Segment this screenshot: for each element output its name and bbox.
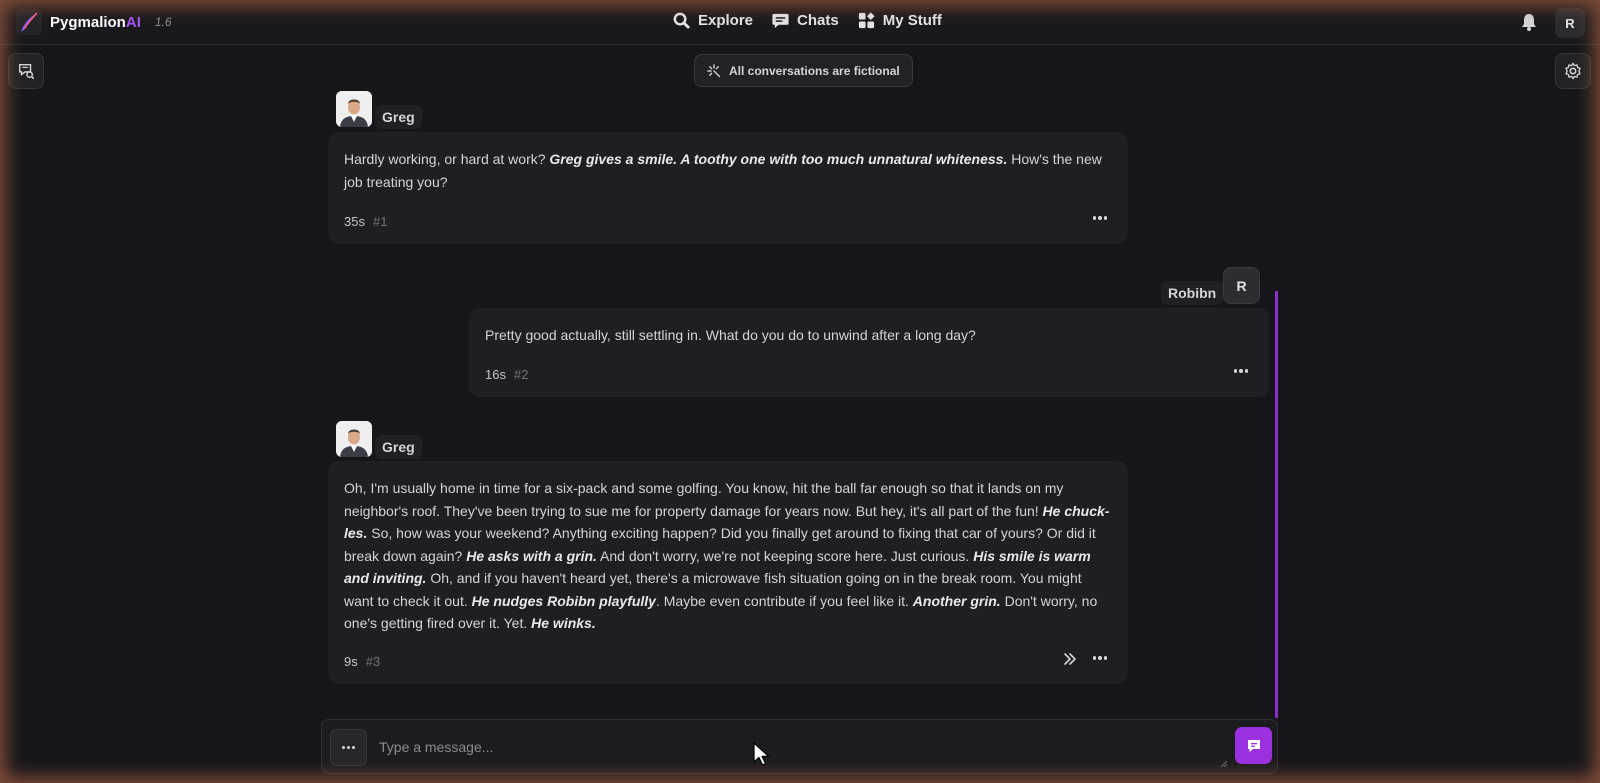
continue-icon[interactable] (1062, 651, 1078, 667)
message-text: Pretty good actually, still settling in.… (485, 324, 1253, 347)
speech-text: Oh, I'm usually home in time for a six-p… (344, 480, 1064, 519)
nav-my-stuff-label: My Stuff (882, 12, 942, 29)
chat-bubble-icon (772, 13, 789, 29)
greg-avatar[interactable] (336, 421, 372, 457)
message-options-icon[interactable] (1089, 651, 1111, 665)
message-time: 9s (344, 654, 358, 669)
mouse-cursor-icon (753, 742, 770, 766)
nav-chats[interactable]: Chats (771, 11, 839, 30)
quill-logo-icon (16, 9, 42, 35)
speech-text: Hardly working, or hard at work? (344, 151, 550, 167)
nav-chats-label: Chats (797, 12, 839, 29)
message-meta: 16s #2 (485, 364, 528, 387)
sparkle-icon (707, 63, 721, 77)
message-index: #3 (365, 654, 381, 669)
gear-icon (1565, 62, 1581, 80)
message-bubble: Hardly working, or hard at work? Greg gi… (328, 132, 1128, 244)
chat-search-button[interactable] (8, 53, 44, 89)
action-text: He nudges Robibn playfully (471, 592, 656, 609)
message-meta: 9s #3 (344, 651, 380, 674)
fictional-banner-text: All conversations are fictional (729, 63, 900, 78)
nav-explore-label: Explore (698, 12, 754, 29)
search-icon (673, 12, 690, 29)
grid-icon (858, 12, 875, 29)
greg-portrait-icon (336, 91, 372, 127)
message-bubble: Pretty good actually, still settling in.… (469, 308, 1269, 397)
bell-icon[interactable] (1519, 12, 1539, 32)
main-nav: Explore Chats My Stuff (672, 11, 942, 30)
settings-button[interactable] (1555, 53, 1591, 89)
greg-portrait-icon (336, 421, 372, 457)
send-button[interactable] (1235, 727, 1272, 764)
resize-handle-icon[interactable] (1220, 760, 1228, 768)
action-text: He asks with a grin. (466, 547, 597, 564)
speech-text: . Maybe even contribute if you feel like… (655, 592, 913, 609)
fictional-banner[interactable]: All conversations are fictional (694, 54, 913, 87)
chat-scroll-indicator (1275, 291, 1278, 718)
message-time: 16s (485, 367, 506, 382)
nav-my-stuff[interactable]: My Stuff (857, 11, 942, 30)
message-index: #2 (513, 367, 529, 382)
message-text: Hardly working, or hard at work? Greg gi… (344, 148, 1112, 193)
nav-explore[interactable]: Explore (672, 11, 753, 30)
message-options-icon[interactable] (1230, 364, 1252, 378)
action-text: He winks. (531, 615, 596, 631)
user-menu-button[interactable]: R (1555, 8, 1585, 38)
message-bubble: Oh, I'm usually home in time for a six-p… (328, 461, 1128, 684)
author-name: Robibn (1161, 281, 1224, 305)
message-text: Oh, I'm usually home in time for a six-p… (344, 477, 1112, 635)
user-avatar[interactable]: R (1223, 267, 1260, 304)
brand-name: PygmalionAI (50, 13, 141, 31)
message-meta: 35s #1 (344, 211, 387, 234)
message-index: #1 (372, 214, 388, 229)
author-name: Greg (375, 435, 422, 459)
top-bar: PygmalionAI 1.6 Explore Chats My Stuff R (0, 0, 1600, 45)
brand[interactable]: PygmalionAI 1.6 (16, 9, 172, 35)
chat-search-icon (18, 63, 35, 80)
composer-options-button[interactable] (330, 729, 367, 766)
version-label: 1.6 (154, 15, 172, 29)
action-text: Another grin. (912, 592, 1001, 609)
action-text: Greg gives a smile. A toothy one with to… (549, 151, 1008, 167)
speech-text: Pretty good actually, still settling in.… (485, 327, 976, 343)
message-options-icon[interactable] (1089, 211, 1111, 225)
message-composer (321, 719, 1278, 774)
author-name: Greg (375, 105, 422, 129)
speech-text: And don't worry, we're not keeping score… (596, 547, 974, 564)
message-time: 35s (344, 214, 365, 229)
send-message-icon (1247, 739, 1260, 752)
greg-avatar[interactable] (336, 91, 372, 127)
